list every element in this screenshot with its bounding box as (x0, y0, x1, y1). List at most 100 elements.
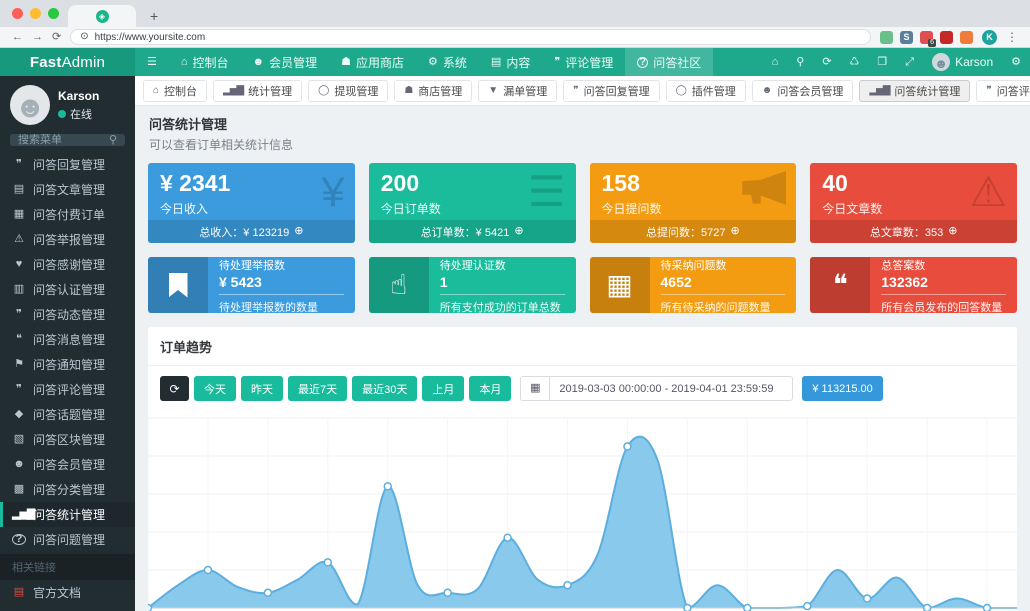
bell-icon: ⚑ (12, 359, 26, 370)
window-controls (12, 8, 59, 19)
stat-footer-link[interactable]: 总提问数：5727 ⊕ (590, 220, 797, 243)
user-menu[interactable]: ☻ Karson (923, 48, 1002, 76)
tab-item[interactable]: ☻ 问答会员管理 (752, 80, 854, 102)
id-card-icon: ▥ (12, 284, 26, 295)
extension-icon[interactable] (960, 31, 973, 44)
navbar-menu-item[interactable]: ⚙ 系统 (416, 48, 479, 76)
calendar-addon[interactable]: ▦ (520, 376, 549, 401)
navbar-icon-button[interactable]: ⟳ (813, 48, 840, 76)
back-icon[interactable]: ← (12, 32, 23, 43)
tab-item[interactable]: ▂▅▇ 问答统计管理 (859, 80, 970, 102)
window-control-button[interactable] (30, 8, 41, 19)
user-status: 在线 (58, 106, 99, 122)
extension-icons: S 6 (880, 31, 973, 44)
page-header: 问答统计管理 可以查看订单相关统计信息 (135, 106, 1030, 159)
extension-icon[interactable]: 6 (920, 31, 933, 44)
sidebar-menu-item[interactable]: ❞ 问答评论管理 (0, 377, 135, 402)
range-button[interactable]: 最近30天 (352, 376, 417, 401)
address-bar[interactable]: ⊙ https://www.yoursite.com (70, 29, 871, 45)
range-button[interactable]: 昨天 (241, 376, 283, 401)
plus-circle-icon: ⊕ (514, 226, 523, 237)
sidebar-menu-item[interactable]: ▩ 问答分类管理 (0, 477, 135, 502)
user-name: Karson (58, 89, 99, 103)
tab-item[interactable]: ◯ 提现管理 (308, 80, 388, 102)
tab-item[interactable]: ❞ 问答回复管理 (563, 80, 659, 102)
extension-icon[interactable] (940, 31, 953, 44)
sidebar-menu-item[interactable]: ⚠ 问答举报管理 (0, 227, 135, 252)
info-card: ❝ 总答案数 132362 所有会员发布的回答数量 (810, 257, 1017, 313)
stat-footer-link[interactable]: 总文章数：353 ⊕ (810, 220, 1017, 243)
sidebar-menu-item[interactable]: ⚑ 问答通知管理 (0, 352, 135, 377)
sidebar-menu-item[interactable]: ☻ 问答会员管理 (0, 452, 135, 477)
tab-item[interactable]: ☗ 商店管理 (394, 80, 472, 102)
sidebar-menu-item[interactable]: ◆ 问答话题管理 (0, 402, 135, 427)
navbar-icon-button[interactable]: ⤢ (896, 48, 923, 76)
navbar-icon-button[interactable]: ♺ (841, 48, 869, 76)
stat-footer-link[interactable]: 总收入：¥ 123219 ⊕ (148, 220, 355, 243)
window-control-button[interactable] (12, 8, 23, 19)
sidebar-link[interactable]: ❞ 交流社区 (0, 605, 135, 611)
tab-item[interactable]: ❞ 问答评论管理 (976, 80, 1030, 102)
window-control-button[interactable] (48, 8, 59, 19)
sidebar: ☻ Karson 在线 ⚲ ❞ 问答回复管理 ▤ (0, 76, 135, 611)
chart-toolbar: ⟳ 今天昨天最近7天最近30天上月本月 ▦ ¥ 113215.00 (160, 376, 1005, 401)
tab-item[interactable]: ⌂ 控制台 (143, 80, 207, 102)
navbar-settings[interactable]: ⚙ (1002, 48, 1030, 76)
tab-item[interactable]: ◯ 插件管理 (666, 80, 746, 102)
new-tab-button[interactable]: + (150, 8, 158, 27)
sidebar-menu-item[interactable]: ▤ 问答文章管理 (0, 177, 135, 202)
browser-profile-avatar[interactable]: K (982, 30, 997, 45)
sidebar-toggle[interactable]: ☰ (135, 48, 169, 76)
comment-icon: ❞ (12, 384, 26, 395)
search-icon[interactable]: ⚲ (109, 135, 117, 146)
navbar-menu-item[interactable]: ⌂ 控制台 (169, 48, 241, 76)
refresh-button[interactable]: ⟳ (160, 376, 189, 401)
area-chart-svg: 03-032019-03-052019-03-072019-03-092019-… (148, 408, 1017, 611)
sidebar-menu-item[interactable]: ? 问答问题管理 (0, 527, 135, 552)
bars-icon: ☰ (147, 57, 157, 68)
sidebar-menu-item[interactable]: ▧ 问答区块管理 (0, 427, 135, 452)
bar-chart-icon: ▂▅▇ (869, 86, 889, 96)
tab-item[interactable]: ▼ 漏单管理 (478, 80, 557, 102)
refresh-icon: ⟳ (822, 57, 831, 68)
stat-footer-link[interactable]: 总订单数：¥ 5421 ⊕ (369, 220, 576, 243)
navbar-icon-button[interactable]: ⚲ (787, 48, 813, 76)
date-range-input[interactable] (549, 376, 793, 401)
comment-icon: ❞ (554, 57, 560, 68)
sidebar-menu-item[interactable]: ♥ 问答感谢管理 (0, 252, 135, 277)
navbar-menu-item[interactable]: ▤ 内容 (479, 48, 542, 76)
sidebar-menu-item[interactable]: ▂▅▇ 问答统计管理 (0, 502, 135, 527)
forward-icon[interactable]: → (32, 32, 43, 43)
total-amount-button[interactable]: ¥ 113215.00 (802, 376, 882, 401)
browser-tab[interactable]: ◈ (68, 5, 136, 27)
range-button[interactable]: 最近7天 (288, 376, 347, 401)
navbar-menu-item[interactable]: ☻ 会员管理 (241, 48, 330, 76)
navbar-menu-item[interactable]: ☗ 应用商店 (329, 48, 416, 76)
sidebar-menu-item[interactable]: ❝ 问答消息管理 (0, 327, 135, 352)
range-button[interactable]: 本月 (469, 376, 511, 401)
navbar-menu-item[interactable]: ❞ 评论管理 (542, 48, 625, 76)
sidebar-menu-item[interactable]: ❞ 问答回复管理 (0, 152, 135, 177)
range-button[interactable]: 上月 (422, 376, 464, 401)
extension-icon[interactable]: S (900, 31, 913, 44)
home-icon: ⌂ (772, 57, 779, 68)
extension-icon[interactable] (880, 31, 893, 44)
user-icon: ☻ (12, 459, 26, 470)
sidebar-link[interactable]: ▤ 官方文档 (0, 580, 135, 605)
sidebar-menu-item[interactable]: ❞ 问答动态管理 (0, 302, 135, 327)
navbar-icon-button[interactable]: ⌂ (763, 48, 788, 76)
menu-search-input[interactable] (18, 134, 104, 146)
sidebar-menu-item[interactable]: ▦ 问答付费订单 (0, 202, 135, 227)
range-button[interactable]: 今天 (194, 376, 236, 401)
tab-item[interactable]: ▂▅▇ 统计管理 (213, 80, 302, 102)
navbar-menu-item[interactable]: ? 问答社区 (625, 48, 713, 76)
calendar-icon: ▦ (606, 271, 632, 299)
navbar-icon-button[interactable]: ❐ (868, 48, 896, 76)
browser-menu-icon[interactable]: ⋮ (1006, 30, 1018, 44)
sidebar-menu-item[interactable]: ▥ 问答认证管理 (0, 277, 135, 302)
brand-logo[interactable]: FastAdmin (0, 48, 135, 76)
cogs-icon: ⚙ (428, 57, 438, 68)
navbar-menu: ⌂ 控制台 ☻ 会员管理 ☗ 应用商店 ⚙ 系统 ▤ 内容 (169, 48, 713, 76)
info-card: ▦ 待采纳问题数 4652 所有待采纳的问题数量 (590, 257, 797, 313)
refresh-icon[interactable]: ⟳ (52, 32, 61, 43)
